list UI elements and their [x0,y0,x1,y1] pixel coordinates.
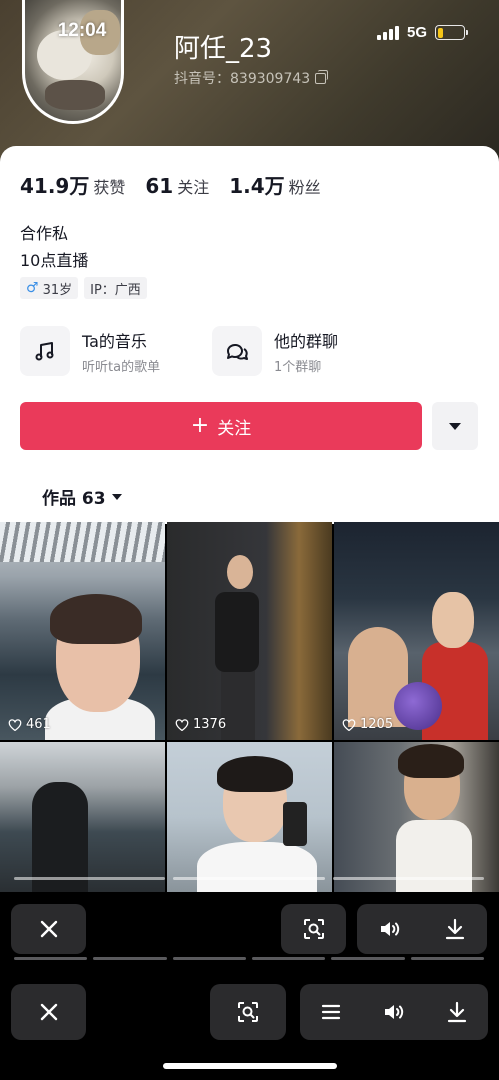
volume-icon[interactable] [378,917,402,941]
close-icon [40,1003,57,1021]
group-chat-icon [212,326,262,376]
profile-tags: ♂ 31岁 IP：广西 [20,277,147,299]
username: 阿任_23 [174,34,273,64]
heart-icon [342,718,356,731]
network-type: 5G [406,24,427,41]
scan-icon [238,1002,258,1022]
signal-icon [376,25,399,40]
music-subtitle: 听听ta的歌单 [82,359,161,375]
video-thumbnail[interactable]: 1205 [334,522,499,740]
plus-icon: + [190,413,210,438]
close-button[interactable] [11,904,86,954]
scan-button[interactable] [210,984,286,1040]
video-thumbnail[interactable] [167,742,332,892]
media-controls [357,904,487,954]
video-thumbnail[interactable]: 461 [0,522,165,740]
stat-following[interactable]: 61 关注 [145,174,209,198]
ip-tag: IP：广西 [84,277,147,299]
profile-stats: 41.9万 获赞 61 关注 1.4万 粉丝 [20,170,321,199]
download-icon[interactable] [443,917,467,941]
profile-header: 12:04 5G 阿任_23 抖音号：839309743 [0,0,499,170]
triangle-down-icon [449,422,461,430]
battery-icon [435,25,468,40]
group-chat-entry[interactable]: 他的群聊 1个群聊 [212,326,338,376]
music-entry[interactable]: Ta的音乐 听听ta的歌单 [20,326,160,376]
stat-likes[interactable]: 41.9万 获赞 [20,170,125,199]
status-time: 12:04 [57,20,107,41]
stat-followers[interactable]: 1.4万 粉丝 [229,170,320,199]
heart-icon [8,718,22,731]
download-icon[interactable] [445,1000,469,1024]
scan-button[interactable] [281,904,346,954]
close-icon [40,920,57,938]
bio-line: 10点直播 [20,251,89,270]
age-tag: ♂ 31岁 [20,277,79,299]
follow-button[interactable]: + 关注 [20,402,422,450]
chevron-down-icon [111,493,122,500]
scan-icon [303,919,324,939]
bio-line: 合作私 [20,224,69,243]
menu-icon[interactable] [319,1000,343,1024]
media-progress-bar [14,877,484,880]
music-note-icon [20,326,70,376]
status-indicators: 5G [376,24,468,41]
close-button[interactable] [11,984,86,1040]
profile-card: 41.9万 获赞 61 关注 1.4万 粉丝 合作私 10点直播 ♂ 31岁 IP：广… [0,146,499,524]
heart-icon [175,718,189,731]
video-thumbnail[interactable]: 1376 [167,522,332,740]
tab-works[interactable]: 作品 63 [42,484,122,509]
copy-icon[interactable] [315,69,329,84]
male-icon: ♂ [26,280,39,296]
like-count: 461 [8,717,51,732]
like-count: 1376 [175,717,226,732]
video-grid: 461 1376 1205 [0,522,499,892]
media-controls [300,984,488,1040]
video-thumbnail[interactable] [334,742,499,892]
group-chat-title: 他的群聊 [274,331,339,351]
volume-icon[interactable] [382,1000,406,1024]
group-chat-subtitle: 1个群聊 [274,359,322,375]
toolbar-divider [14,957,484,960]
like-count: 1205 [342,717,393,732]
music-title: Ta的音乐 [82,331,147,351]
avatar[interactable] [22,0,124,124]
home-indicator[interactable] [163,1063,337,1069]
more-button[interactable] [432,402,478,450]
douyin-id: 抖音号：839309743 [174,68,329,88]
video-thumbnail[interactable] [0,742,165,892]
